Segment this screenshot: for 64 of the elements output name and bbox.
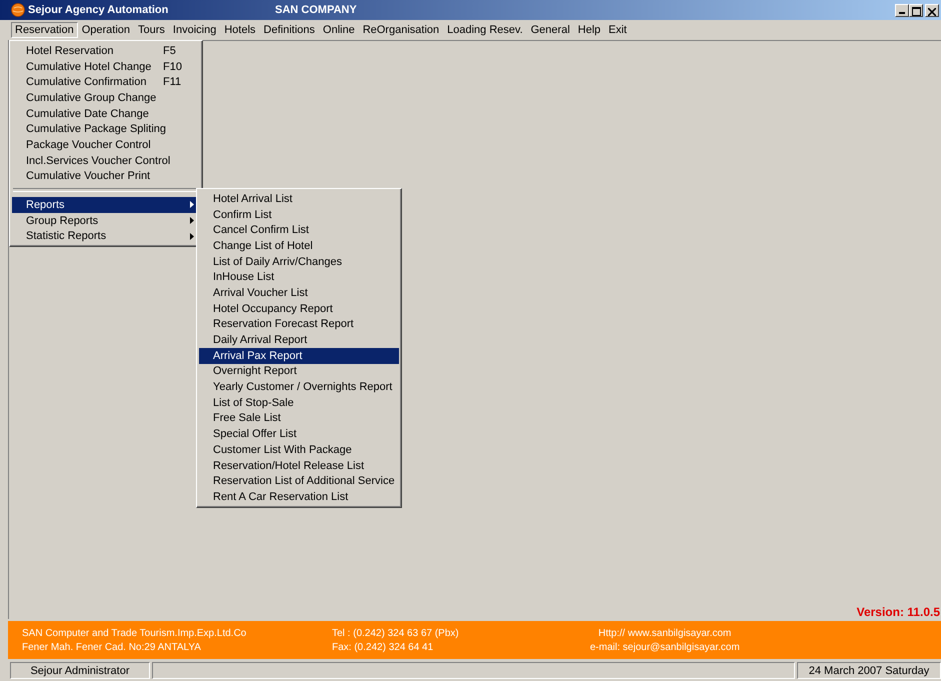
- menu-bar-item[interactable]: Operation: [78, 22, 134, 38]
- menu-item[interactable]: Cumulative Date Change: [12, 106, 200, 122]
- menu-item[interactable]: Cumulative Hotel Change F10: [12, 58, 200, 74]
- menu-bar-item[interactable]: Reservation: [11, 22, 78, 38]
- menu-bar-item[interactable]: Help: [574, 22, 605, 38]
- street-address-text: Fener Mah. Fener Cad. No:29 ANTALYA: [22, 642, 202, 652]
- menu-item[interactable]: Reservation/Hotel Release List: [199, 458, 399, 474]
- minimize-button[interactable]: [895, 4, 909, 16]
- menu-item[interactable]: Cumulative Voucher Print: [12, 168, 200, 184]
- menu-item[interactable]: Reservation List of Additional Service: [199, 473, 399, 490]
- menu-item[interactable]: List of Stop-Sale: [199, 394, 399, 411]
- status-date: 24 March 2007 Saturday: [797, 662, 941, 679]
- maximize-icon: [912, 6, 920, 16]
- menu-item[interactable]: Customer List With Package: [199, 442, 399, 458]
- company-address-text: SAN Computer and Trade Tourism.Imp.Exp.Ltd.Co: [22, 628, 248, 638]
- menu-item[interactable]: Special Offer List: [199, 426, 399, 442]
- close-button[interactable]: [925, 4, 939, 16]
- menu-item[interactable]: Change List of Hotel: [199, 238, 399, 254]
- menu-item[interactable]: Overnight Report: [199, 364, 399, 380]
- menu-bar-item[interactable]: General: [526, 22, 574, 38]
- menu-item[interactable]: List of Daily Arriv/Changes: [199, 254, 399, 270]
- status-user: Sejour Administrator: [10, 662, 150, 679]
- menu-bar-item[interactable]: Definitions: [260, 22, 319, 38]
- menu-item[interactable]: Group Reports: [12, 212, 200, 229]
- company-name: SAN COMPANY: [275, 4, 357, 16]
- maximize-button[interactable]: [909, 4, 923, 16]
- version-label: Version: 11.0.5: [856, 605, 940, 619]
- menu-bar-item[interactable]: ReOrganisation: [358, 22, 444, 38]
- menu-item[interactable]: Arrival Pax Report: [199, 348, 399, 364]
- menu-bar-item[interactable]: Hotels: [220, 22, 260, 38]
- submenu-arrow-icon: [190, 232, 194, 240]
- menu-item[interactable]: Cumulative Group Change: [12, 90, 200, 106]
- menu-item[interactable]: Free Sale List: [199, 410, 399, 426]
- menu-item[interactable]: Reservation Forecast Report: [199, 316, 399, 332]
- window-title: Sejour Agency Automation: [28, 4, 170, 16]
- menu-item[interactable]: Package Voucher Control: [12, 137, 200, 153]
- fax-text: Fax: (0.242) 324 64 41: [332, 642, 434, 652]
- menu-item[interactable]: Incl.Services Voucher Control: [12, 152, 200, 168]
- menu-item[interactable]: Rent A Car Reservation List: [199, 489, 399, 505]
- app-logo: [11, 3, 25, 17]
- website-text: Http:// www.sanbilgisayar.com: [598, 628, 732, 638]
- menu-item[interactable]: Daily Arrival Report: [199, 332, 399, 348]
- menu-bar-item[interactable]: Invoicing: [168, 22, 220, 38]
- menu-item[interactable]: Cumulative Package Spliting: [12, 121, 200, 138]
- submenu-arrow-icon: [190, 201, 194, 208]
- menu-item[interactable]: Hotel Occupancy Report: [199, 300, 399, 316]
- minimize-icon: [899, 12, 905, 14]
- menu-item[interactable]: Hotel Reservation F5: [12, 43, 200, 59]
- email-text: e-mail: sejour@sanbilgisayar.com: [590, 642, 740, 652]
- menu-bar-item[interactable]: Online: [318, 22, 359, 38]
- menu-item[interactable]: Cancel Confirm List: [199, 222, 399, 238]
- menu-bar-item[interactable]: Loading Resev.: [443, 22, 527, 38]
- phone-text: Tel : (0.242) 324 63 67 (Pbx): [332, 628, 460, 638]
- close-icon: [928, 8, 936, 16]
- menu-item[interactable]: Arrival Voucher List: [199, 285, 399, 301]
- menu-item[interactable]: InHouse List: [199, 269, 399, 286]
- menu-bar-item[interactable]: Tours: [134, 22, 169, 38]
- menu-item[interactable]: Confirm List: [199, 206, 399, 222]
- menu-item[interactable]: Statistic Reports: [12, 228, 200, 244]
- menu-item[interactable]: Yearly Customer / Overnights Report: [199, 379, 399, 395]
- submenu-arrow-icon: [190, 216, 194, 224]
- menu-item[interactable]: Cumulative Confirmation F11: [12, 74, 200, 90]
- menu-item[interactable]: Hotel Arrival List: [199, 191, 399, 207]
- menu-bar-item[interactable]: Exit: [604, 22, 631, 38]
